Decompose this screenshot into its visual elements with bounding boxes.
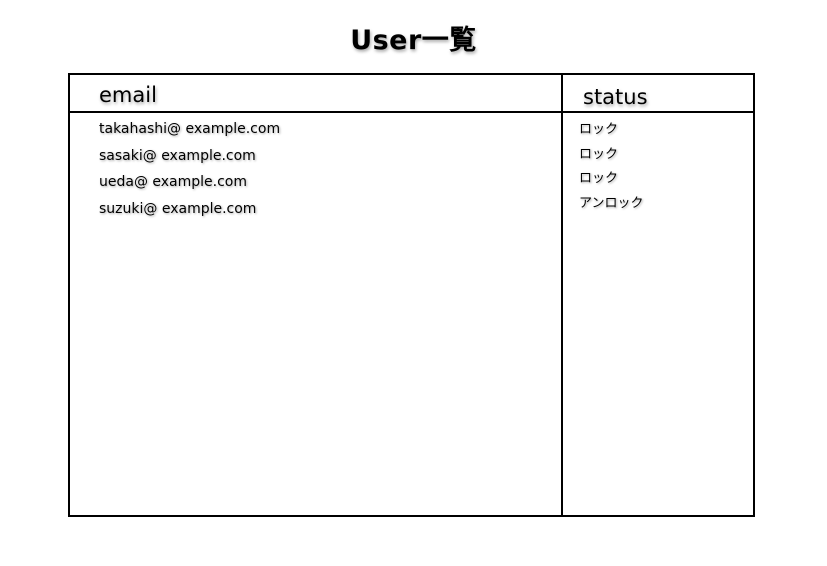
email-cell: sasaki@ example.com xyxy=(99,147,256,164)
column-divider xyxy=(561,75,563,515)
email-column-cells: takahashi@ example.com sasaki@ example.c… xyxy=(99,120,280,226)
status-cell: ロック xyxy=(579,122,619,137)
page-title: User一覧 xyxy=(350,25,477,56)
status-cell: アンロック xyxy=(579,195,644,211)
status-column-cells: ロック ロック ロック アンロック xyxy=(579,121,643,219)
email-cell: suzuki@ example.com xyxy=(99,200,257,217)
status-cell: ロック xyxy=(579,171,619,186)
email-cell: ueda@ example.com xyxy=(99,174,248,190)
email-cell: takahashi@ example.com xyxy=(99,121,281,137)
column-header-email: email xyxy=(99,83,157,107)
status-cell: ロック xyxy=(579,146,619,162)
column-header-status: status xyxy=(583,85,648,109)
user-table: email status takahashi@ example.com sasa… xyxy=(68,73,755,517)
header-divider xyxy=(70,111,753,113)
